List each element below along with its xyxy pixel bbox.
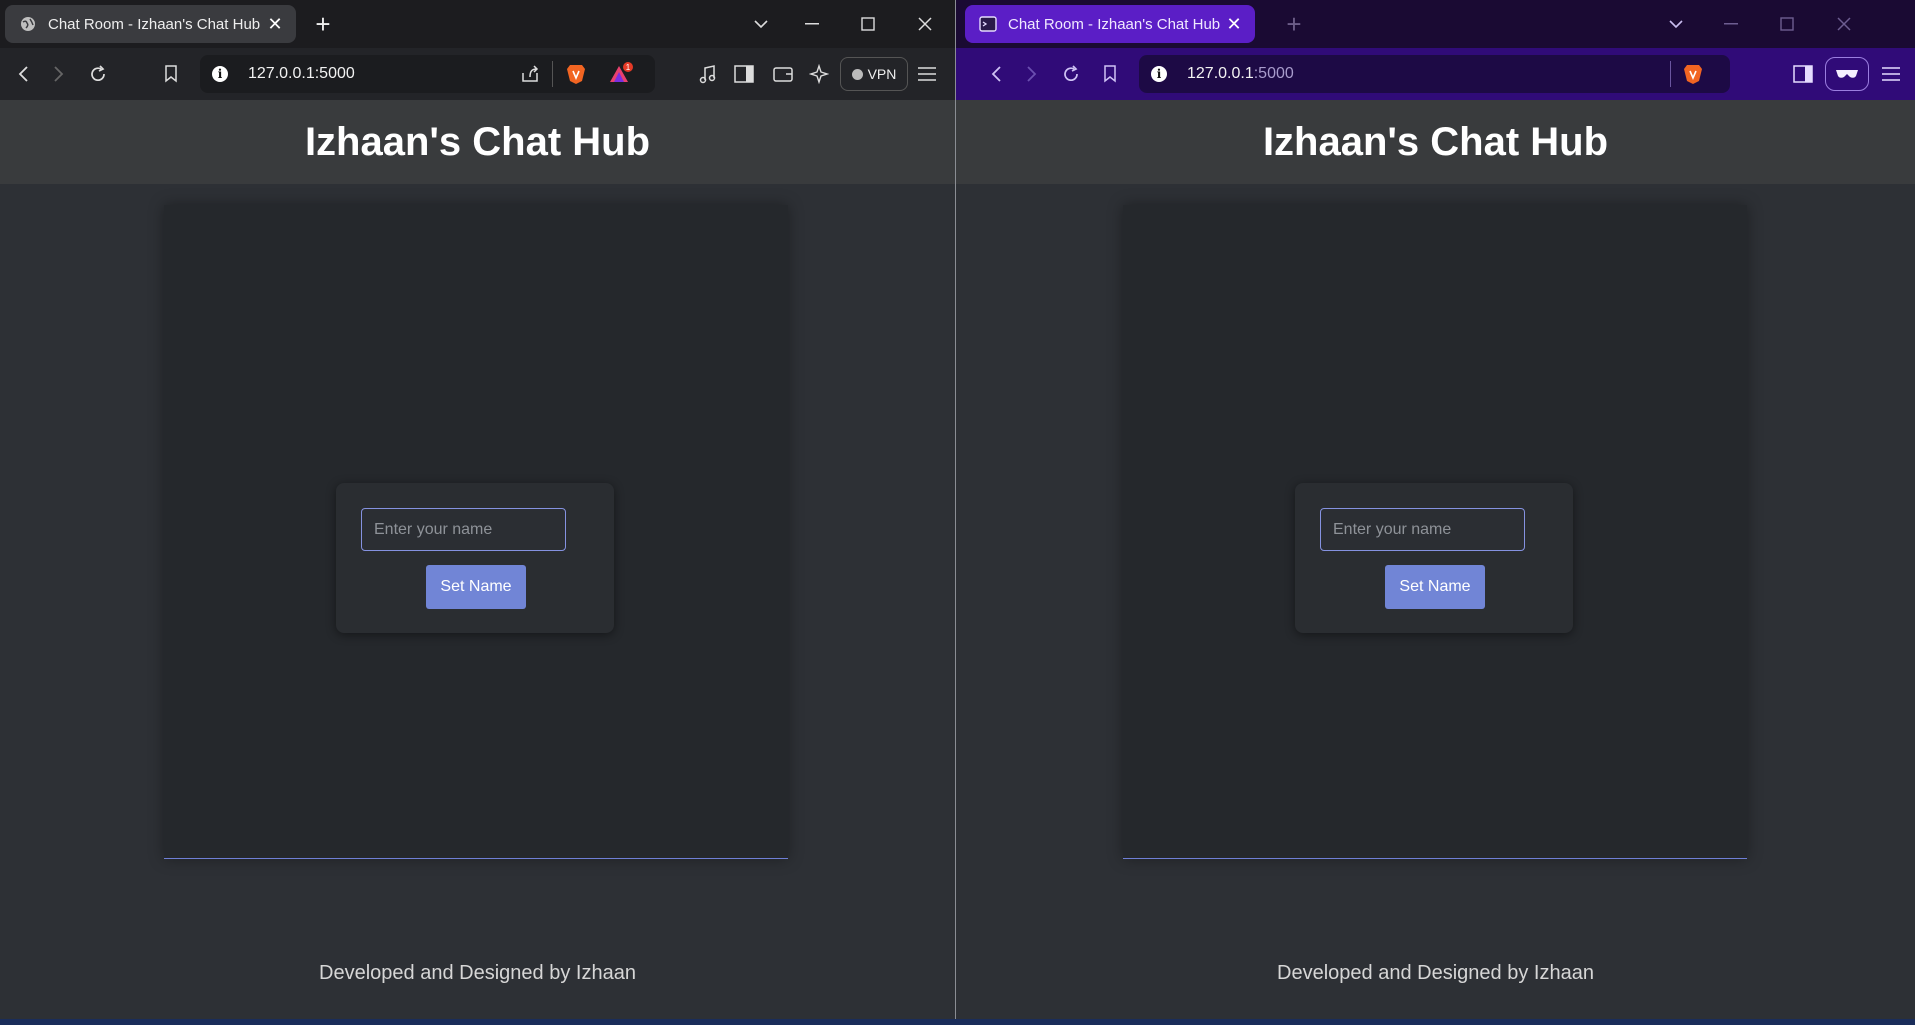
page-header: Izhaan's Chat Hub xyxy=(0,100,955,184)
set-name-button[interactable]: Set Name xyxy=(1385,565,1485,609)
browser-window-right: Chat Room - Izhaan's Chat Hub ✕ + i 127.… xyxy=(956,0,1915,1025)
vpn-label: VPN xyxy=(867,66,897,82)
wallet-icon[interactable] xyxy=(770,61,796,87)
minimize-button[interactable] xyxy=(1716,10,1746,38)
page-title: Izhaan's Chat Hub xyxy=(1262,119,1609,164)
rewards-badge-count: 1 xyxy=(626,63,631,72)
url-port: :5000 xyxy=(1253,65,1294,82)
reload-icon[interactable] xyxy=(85,61,111,87)
close-tab-icon[interactable]: ✕ xyxy=(1223,13,1245,35)
terminal-icon xyxy=(979,15,997,33)
vpn-button[interactable]: VPN xyxy=(840,57,908,91)
address-bar[interactable]: i 127.0.0.1:5000 xyxy=(1139,55,1730,93)
menu-hamburger-icon[interactable] xyxy=(914,61,940,87)
tab-list-chevron-icon[interactable] xyxy=(1661,10,1691,38)
back-arrow-icon[interactable] xyxy=(10,61,36,87)
tab-title: Chat Room - Izhaan's Chat Hub xyxy=(1008,15,1221,33)
brave-shields-icon[interactable] xyxy=(1682,63,1704,90)
url-host: 127.0.0.1 xyxy=(248,65,315,82)
navigation-toolbar: i 127.0.0.1:5000 1 VPN xyxy=(0,48,955,100)
tab-list-chevron-icon[interactable] xyxy=(746,10,776,38)
close-window-button[interactable] xyxy=(1829,10,1859,38)
browser-window-left: Chat Room - Izhaan's Chat Hub ✕ + i 127.… xyxy=(0,0,955,1025)
private-window-icon[interactable] xyxy=(1825,57,1869,91)
title-bar: Chat Room - Izhaan's Chat Hub ✕ + xyxy=(956,0,1915,48)
maximize-button[interactable] xyxy=(853,10,883,38)
media-music-icon[interactable] xyxy=(695,61,721,87)
name-input[interactable] xyxy=(1320,508,1525,551)
tab-title: Chat Room - Izhaan's Chat Hub xyxy=(48,15,261,33)
name-entry-card: Set Name xyxy=(1295,483,1573,633)
footer-credit: Developed and Designed by Izhaan xyxy=(319,962,636,984)
back-arrow-icon[interactable] xyxy=(983,61,1009,87)
browser-tab[interactable]: Chat Room - Izhaan's Chat Hub ✕ xyxy=(965,5,1255,43)
site-info-icon[interactable]: i xyxy=(212,66,228,82)
sidebar-toggle-icon[interactable] xyxy=(1790,61,1816,87)
brave-rewards-icon[interactable]: 1 xyxy=(608,62,634,91)
minimize-button[interactable] xyxy=(797,10,827,38)
vpn-status-icon xyxy=(851,68,863,80)
url-port: :5000 xyxy=(314,65,355,82)
close-tab-icon[interactable]: ✕ xyxy=(264,13,286,35)
name-input[interactable] xyxy=(361,508,566,551)
close-window-button[interactable] xyxy=(910,10,940,38)
forward-arrow-icon[interactable] xyxy=(1019,61,1045,87)
browser-tab[interactable]: Chat Room - Izhaan's Chat Hub ✕ xyxy=(5,5,296,43)
globe-icon xyxy=(19,15,37,33)
name-entry-card: Set Name xyxy=(336,483,614,633)
reload-icon[interactable] xyxy=(1058,61,1084,87)
share-icon[interactable] xyxy=(520,64,540,89)
menu-hamburger-icon[interactable] xyxy=(1878,61,1904,87)
page-header: Izhaan's Chat Hub xyxy=(956,100,1915,184)
chat-box: Set Name xyxy=(1123,205,1747,859)
footer-credit: Developed and Designed by Izhaan xyxy=(1277,962,1594,984)
new-tab-button[interactable]: + xyxy=(1281,9,1307,39)
address-bar[interactable]: i 127.0.0.1:5000 1 xyxy=(200,55,655,93)
web-page: Izhaan's Chat Hub Set Name Developed and… xyxy=(956,100,1915,1025)
brave-shields-icon[interactable] xyxy=(565,63,587,90)
sidebar-toggle-icon[interactable] xyxy=(731,61,757,87)
chat-box: Set Name xyxy=(164,205,788,859)
forward-arrow-icon[interactable] xyxy=(46,61,72,87)
web-page: Izhaan's Chat Hub Set Name Developed and… xyxy=(0,100,955,1025)
new-tab-button[interactable]: + xyxy=(310,9,336,39)
set-name-button[interactable]: Set Name xyxy=(426,565,526,609)
title-bar: Chat Room - Izhaan's Chat Hub ✕ + xyxy=(0,0,955,48)
bookmark-icon[interactable] xyxy=(158,61,184,87)
leo-ai-icon[interactable] xyxy=(806,61,832,87)
taskbar-edge xyxy=(0,1019,1915,1025)
bookmark-icon[interactable] xyxy=(1097,61,1123,87)
maximize-button[interactable] xyxy=(1772,10,1802,38)
navigation-toolbar: i 127.0.0.1:5000 xyxy=(956,48,1915,100)
url-host: 127.0.0.1 xyxy=(1187,65,1254,82)
toolbar-separator xyxy=(552,61,553,87)
toolbar-separator xyxy=(1670,61,1671,87)
page-title: Izhaan's Chat Hub xyxy=(304,119,651,164)
site-info-icon[interactable]: i xyxy=(1151,66,1167,82)
